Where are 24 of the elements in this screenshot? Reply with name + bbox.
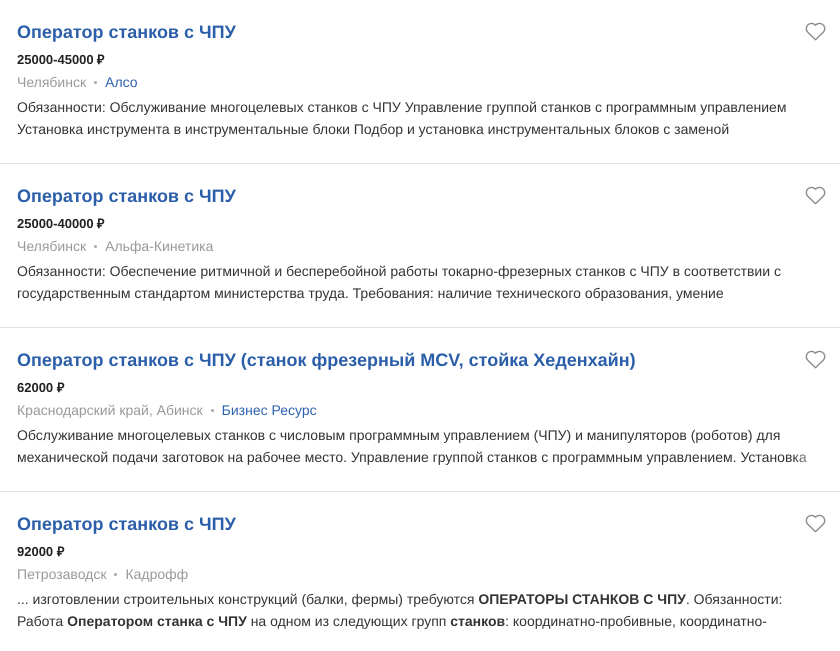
company-link[interactable]: Бизнес Ресурс [222,401,317,419]
vacancy-title-link[interactable]: Оператор станков с ЧПУ [17,184,236,208]
company-name: Альфа-Кинетика [105,237,214,255]
company-link[interactable]: Алсо [105,73,138,91]
location-text: Краснодарский край, Абинск [17,401,203,419]
salary-text: 25000-40000 ₽ [17,215,106,233]
vacancy-description: ... изготовлении строительных конструкций (балки, фермы) требуются ОПЕРАТОРЫ СТАНКОВ С ЧПУ. Обязанности: Работа Оператором станка с ЧПУ на одном из следующих групп станков: координатно-пробивные, координатно- [17,590,784,631]
vacancy-description: Обслуживание многоцелевых станков с числовым программным управлением (ЧПУ) и манипуляторов (роботов) для механической подачи заготовок на рабочее место. Управление группой станков с программным управлением. Установка [17,426,808,467]
vacancy-description: Обязанности: Обслуживание многоцелевых станков с ЧПУ Управление группой станков с программным управлением Установка инструмента в инструментальные блоки Подбор и установка инструментальных блоков с заменой [17,98,788,139]
salary-text: 25000-45000 ₽ [17,51,106,69]
heart-icon[interactable] [805,514,826,533]
vacancy-description: Обязанности: Обеспечение ритмичной и бесперебойной работы токарно-фрезерных станков с ЧПУ в соответствии с государственным стандартом министерства труда. Требования: наличие технического образования, умение [17,262,782,303]
heart-icon[interactable] [805,350,826,369]
location-text: Челябинск [17,73,86,91]
heart-icon[interactable] [805,22,826,41]
salary-text: 92000 ₽ [17,543,65,561]
vacancy-title-link[interactable]: Оператор станков с ЧПУ [17,512,236,536]
location-text: Петрозаводск [17,565,106,583]
heart-icon[interactable] [805,186,826,205]
location-text: Челябинск [17,237,86,255]
vacancy-title-link[interactable]: Оператор станков с ЧПУ [17,20,236,44]
salary-text: 62000 ₽ [17,379,65,397]
vacancy-title-link[interactable]: Оператор станков с ЧПУ (станок фрезерный MCV, стойка Хеденхайн) [17,348,636,372]
company-name: Кадрофф [125,565,188,583]
